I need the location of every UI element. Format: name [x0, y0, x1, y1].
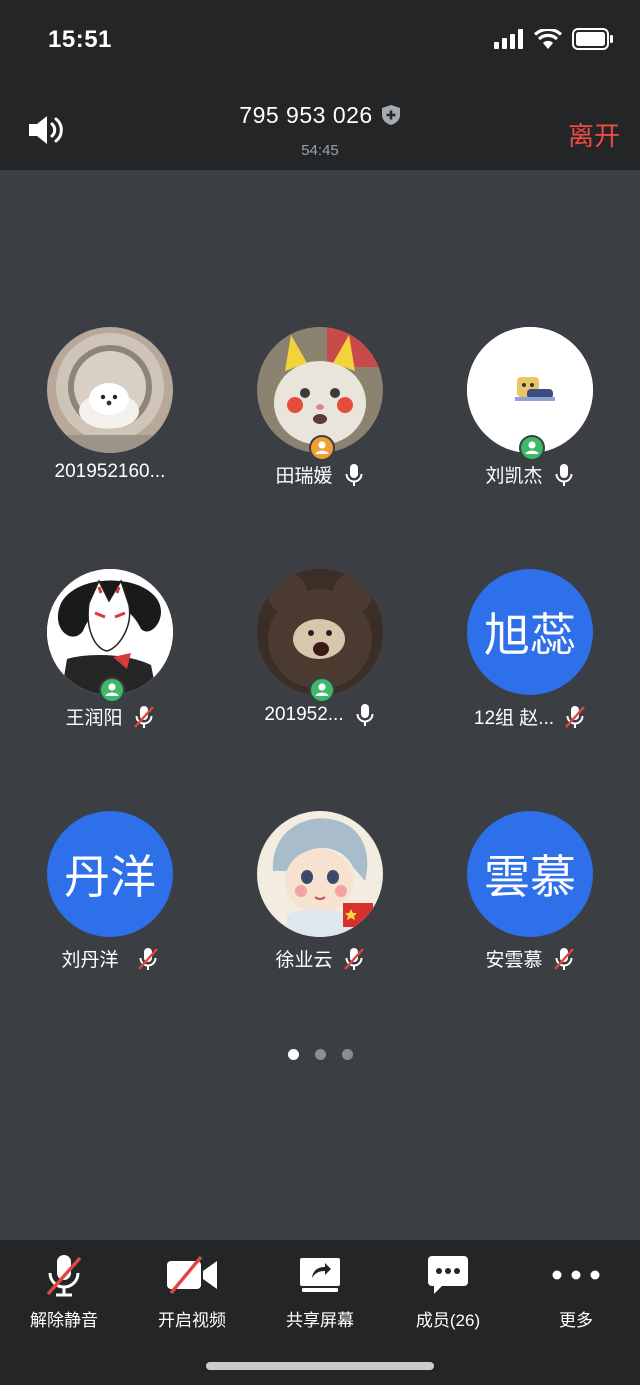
participant-name: 12组 赵... [473, 708, 555, 729]
participant-name-row: 安雲慕 [425, 945, 635, 972]
home-indicator[interactable] [206, 1362, 434, 1370]
share-screen-button[interactable]: 共享屏幕 [256, 1252, 384, 1332]
page-indicator[interactable] [0, 1049, 640, 1060]
mic-muted-icon [133, 705, 154, 728]
battery-icon [572, 28, 613, 50]
mic-muted-icon [565, 705, 586, 728]
participant-avatar[interactable]: 旭蕊 [467, 569, 593, 695]
member-badge [519, 435, 545, 461]
share-screen-icon [300, 1258, 340, 1292]
status-icons [494, 28, 614, 50]
cellular-signal-icon [494, 29, 523, 49]
unmute-button[interactable]: 解除静音 [0, 1252, 128, 1332]
participant-tile[interactable]: 201952160... [5, 327, 215, 517]
member-badge [99, 677, 125, 703]
meeting-header: 795 953 026 54:45 离开 [0, 82, 640, 170]
participant-name: 田瑞媛 [275, 466, 333, 487]
participant-name-row: 田瑞媛 [215, 461, 425, 488]
participant-name: 徐业云 [275, 950, 333, 971]
person-icon [105, 683, 119, 696]
participant-tile[interactable]: 旭蕊 12组 赵... [425, 569, 635, 759]
participant-tile[interactable]: 刘凯杰 [425, 327, 635, 517]
participant-avatar[interactable]: 雲慕 [467, 811, 593, 937]
person-icon [315, 441, 329, 454]
page-dot[interactable] [314, 1049, 326, 1060]
mic-icon [345, 463, 362, 486]
mic-icon [356, 704, 374, 726]
mic-muted-icon [553, 947, 574, 970]
video-off-icon [167, 1255, 217, 1295]
participant-name-row: 201952... [215, 703, 425, 727]
member-badge [309, 677, 335, 703]
meeting-id[interactable]: 795 953 026 [0, 102, 640, 129]
shield-plus-icon [381, 105, 400, 125]
participant-name: 安雲慕 [485, 950, 543, 971]
mic-icon [555, 463, 572, 486]
anime-girl-photo [257, 811, 383, 937]
participant-name-row: 刘丹洋 [5, 945, 215, 972]
page-dot-active[interactable] [287, 1049, 299, 1060]
participant-avatar[interactable]: 丹洋 [47, 811, 173, 937]
participant-tile[interactable]: 王润阳 [5, 569, 215, 759]
participant-avatar[interactable] [47, 327, 173, 453]
mic-muted-icon [137, 947, 158, 970]
samoyed-photo [47, 327, 173, 453]
participant-name: 201952160... [54, 461, 166, 482]
host-badge [309, 435, 335, 461]
leave-button[interactable]: 离开 [568, 116, 620, 153]
status-time: 15:51 [48, 26, 112, 53]
share-screen-label: 共享屏幕 [286, 1311, 354, 1330]
participant-tile[interactable]: 201952... [215, 569, 425, 759]
participant-name-row: 徐业云 [215, 945, 425, 972]
mic-muted-icon [343, 947, 364, 970]
participant-name: 201952... [264, 704, 344, 725]
start-video-label: 开启视频 [158, 1311, 226, 1330]
participant-avatar[interactable] [257, 811, 383, 937]
participant-name-row: 刘凯杰 [425, 461, 635, 488]
participant-name-row: 12组 赵... [425, 703, 635, 730]
chat-bubble-icon [428, 1256, 468, 1294]
mic-muted-icon [46, 1255, 82, 1297]
wifi-icon [534, 29, 562, 49]
participant-name-row: 王润阳 [5, 703, 215, 730]
members-label: 成员(26) [415, 1311, 481, 1330]
more-dots-icon [552, 1270, 600, 1280]
participant-name: 王润阳 [65, 708, 123, 729]
meeting-id-text: 795 953 026 [239, 102, 373, 128]
participant-tile[interactable]: 丹洋 刘丹洋 [5, 811, 215, 1001]
start-video-button[interactable]: 开启视频 [128, 1252, 256, 1332]
person-icon [315, 683, 329, 696]
participant-name: 刘丹洋 [61, 950, 119, 971]
participant-name: 刘凯杰 [485, 466, 543, 487]
participant-tile[interactable]: 雲慕 安雲慕 [425, 811, 635, 1001]
unmute-label: 解除静音 [30, 1311, 98, 1330]
page-dot[interactable] [341, 1049, 353, 1060]
participant-name-row: 201952160... [5, 461, 215, 483]
person-icon [525, 441, 539, 454]
more-label: 更多 [559, 1311, 593, 1330]
meeting-duration: 54:45 [301, 142, 339, 159]
status-bar: 15:51 [0, 0, 640, 82]
more-button[interactable]: 更多 [512, 1252, 640, 1332]
participant-tile[interactable]: 田瑞媛 [215, 327, 425, 517]
members-button[interactable]: 成员(26) [384, 1252, 512, 1332]
participant-tile[interactable]: 徐业云 [215, 811, 425, 1001]
